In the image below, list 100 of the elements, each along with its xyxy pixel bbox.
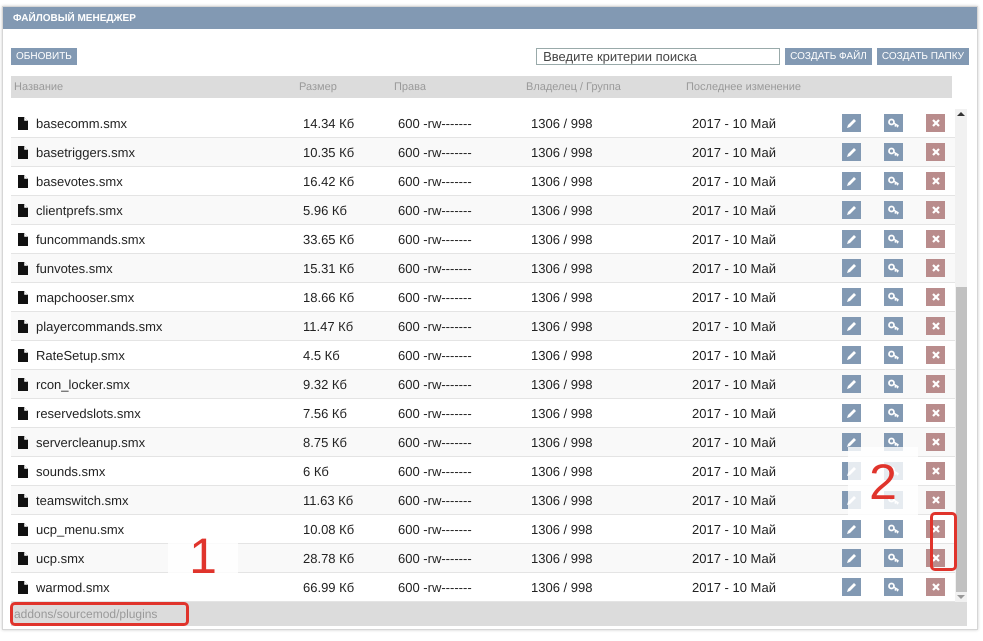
file-rights: 600 -rw------- <box>398 144 473 160</box>
delete-button[interactable] <box>926 114 945 132</box>
permissions-button[interactable] <box>884 375 903 393</box>
file-icon <box>18 406 28 420</box>
edit-button[interactable] <box>842 317 861 335</box>
file-icon <box>18 232 28 246</box>
scroll-down-icon[interactable] <box>957 592 965 602</box>
edit-button[interactable] <box>842 230 861 248</box>
file-modified: 2017 - 10 Май <box>692 522 778 536</box>
pencil-icon <box>846 292 857 302</box>
permissions-button[interactable] <box>884 201 903 219</box>
file-name: servercleanup.smx <box>36 434 146 450</box>
pencil-icon <box>846 234 857 244</box>
edit-button[interactable] <box>842 201 861 219</box>
file-row[interactable]: rcon_locker.smx 9.32 Кб 600 -rw------- 1306 / 998 2017 - 10 Май <box>11 370 955 399</box>
delete-button[interactable] <box>926 346 945 364</box>
file-modified: 2017 - 10 Май <box>692 464 778 478</box>
delete-button[interactable] <box>926 259 945 277</box>
permissions-button[interactable] <box>884 230 903 248</box>
pencil-icon <box>846 262 857 274</box>
file-row[interactable]: playercommands.smx 11.47 Кб 600 -rw------- 1306 / 998 2017 - 10 Май <box>11 312 955 341</box>
key-icon <box>888 379 900 389</box>
permissions-button[interactable] <box>884 317 903 335</box>
edit-button[interactable] <box>842 549 861 567</box>
file-name: warmod.smx <box>36 580 111 594</box>
key-icon <box>888 582 900 592</box>
delete-button[interactable] <box>926 172 945 190</box>
edit-button[interactable] <box>842 520 861 538</box>
file-size: 15.31 Кб <box>303 260 356 276</box>
delete-button[interactable] <box>926 201 945 219</box>
delete-button[interactable] <box>926 578 945 596</box>
delete-button[interactable] <box>926 491 945 509</box>
file-rights: 600 -rw------- <box>398 202 473 218</box>
file-size: 4.5 Кб <box>303 348 341 362</box>
edit-button[interactable] <box>842 346 861 364</box>
file-size: 14.34 Кб <box>303 116 356 130</box>
delete-button[interactable] <box>926 433 945 451</box>
close-icon <box>932 351 940 359</box>
edit-button[interactable] <box>842 259 861 277</box>
file-owner: 1306 / 998 <box>531 116 594 130</box>
file-name: funvotes.smx <box>36 260 114 276</box>
delete-button[interactable] <box>926 375 945 393</box>
file-name: RateSetup.smx <box>36 348 126 362</box>
file-owner: 1306 / 998 <box>531 202 594 218</box>
edit-button[interactable] <box>842 375 861 393</box>
delete-button[interactable] <box>926 230 945 248</box>
file-rights: 600 -rw------- <box>398 522 473 536</box>
close-icon <box>932 496 940 504</box>
delete-button[interactable] <box>926 143 945 161</box>
file-icon <box>18 262 28 274</box>
permissions-button[interactable] <box>884 346 903 364</box>
pencil-icon <box>846 176 857 186</box>
scrollbar[interactable] <box>955 109 967 602</box>
file-name: ucp.smx <box>36 550 86 566</box>
file-size: 33.65 Кб <box>303 232 356 246</box>
file-icon <box>18 494 28 506</box>
file-name: mapchooser.smx <box>36 290 136 304</box>
permissions-button[interactable] <box>884 172 903 190</box>
permissions-button[interactable] <box>884 520 903 538</box>
search-field[interactable]: Введите критерии поиска <box>536 48 780 64</box>
permissions-button[interactable] <box>884 114 903 132</box>
file-row[interactable]: funvotes.smx 15.31 Кб 600 -rw------- 1306 / 998 2017 - 10 Май <box>11 254 955 283</box>
file-name: playercommands.smx <box>36 318 164 334</box>
close-icon <box>932 177 940 185</box>
delete-button[interactable] <box>926 404 945 422</box>
file-name: sounds.smx <box>36 464 106 478</box>
edit-button[interactable] <box>842 172 861 190</box>
file-size: 9.32 Кб <box>303 376 348 392</box>
permissions-button[interactable] <box>884 288 903 306</box>
key-icon <box>888 437 900 447</box>
file-row[interactable]: servercleanup.smx 8.75 Кб 600 -rw------- 1306 / 998 2017 - 10 Май <box>11 428 955 457</box>
file-size: 16.42 Кб <box>303 174 356 188</box>
edit-button[interactable] <box>842 114 861 132</box>
file-row[interactable]: basetriggers.smx 10.35 Кб 600 -rw------- 1306 / 998 2017 - 10 Май <box>11 138 955 167</box>
permissions-button[interactable] <box>884 143 903 161</box>
file-modified: 2017 - 10 Май <box>692 434 778 450</box>
edit-button[interactable] <box>842 288 861 306</box>
key-icon <box>888 176 900 186</box>
permissions-button[interactable] <box>884 549 903 567</box>
file-icon <box>18 522 28 536</box>
file-owner: 1306 / 998 <box>531 174 594 188</box>
permissions-button[interactable] <box>884 578 903 596</box>
edit-button[interactable] <box>842 578 861 596</box>
delete-button[interactable] <box>926 317 945 335</box>
delete-button[interactable] <box>926 462 945 480</box>
edit-button[interactable] <box>842 143 861 161</box>
file-row[interactable]: clientprefs.smx 5.96 Кб 600 -rw------- 1306 / 998 2017 - 10 Май <box>11 196 955 225</box>
close-icon <box>932 206 940 214</box>
scrollbar-thumb[interactable] <box>956 287 966 592</box>
permissions-button[interactable] <box>884 259 903 277</box>
edit-button[interactable] <box>842 404 861 422</box>
delete-button[interactable] <box>926 288 945 306</box>
file-modified: 2017 - 10 Май <box>692 290 778 304</box>
scroll-up-icon[interactable] <box>957 109 965 119</box>
file-name: basetriggers.smx <box>36 144 136 160</box>
file-owner: 1306 / 998 <box>531 348 594 362</box>
file-rights: 600 -rw------- <box>398 550 473 566</box>
permissions-button[interactable] <box>884 404 903 422</box>
file-rights: 600 -rw------- <box>398 260 473 276</box>
file-modified: 2017 - 10 Май <box>692 174 778 188</box>
